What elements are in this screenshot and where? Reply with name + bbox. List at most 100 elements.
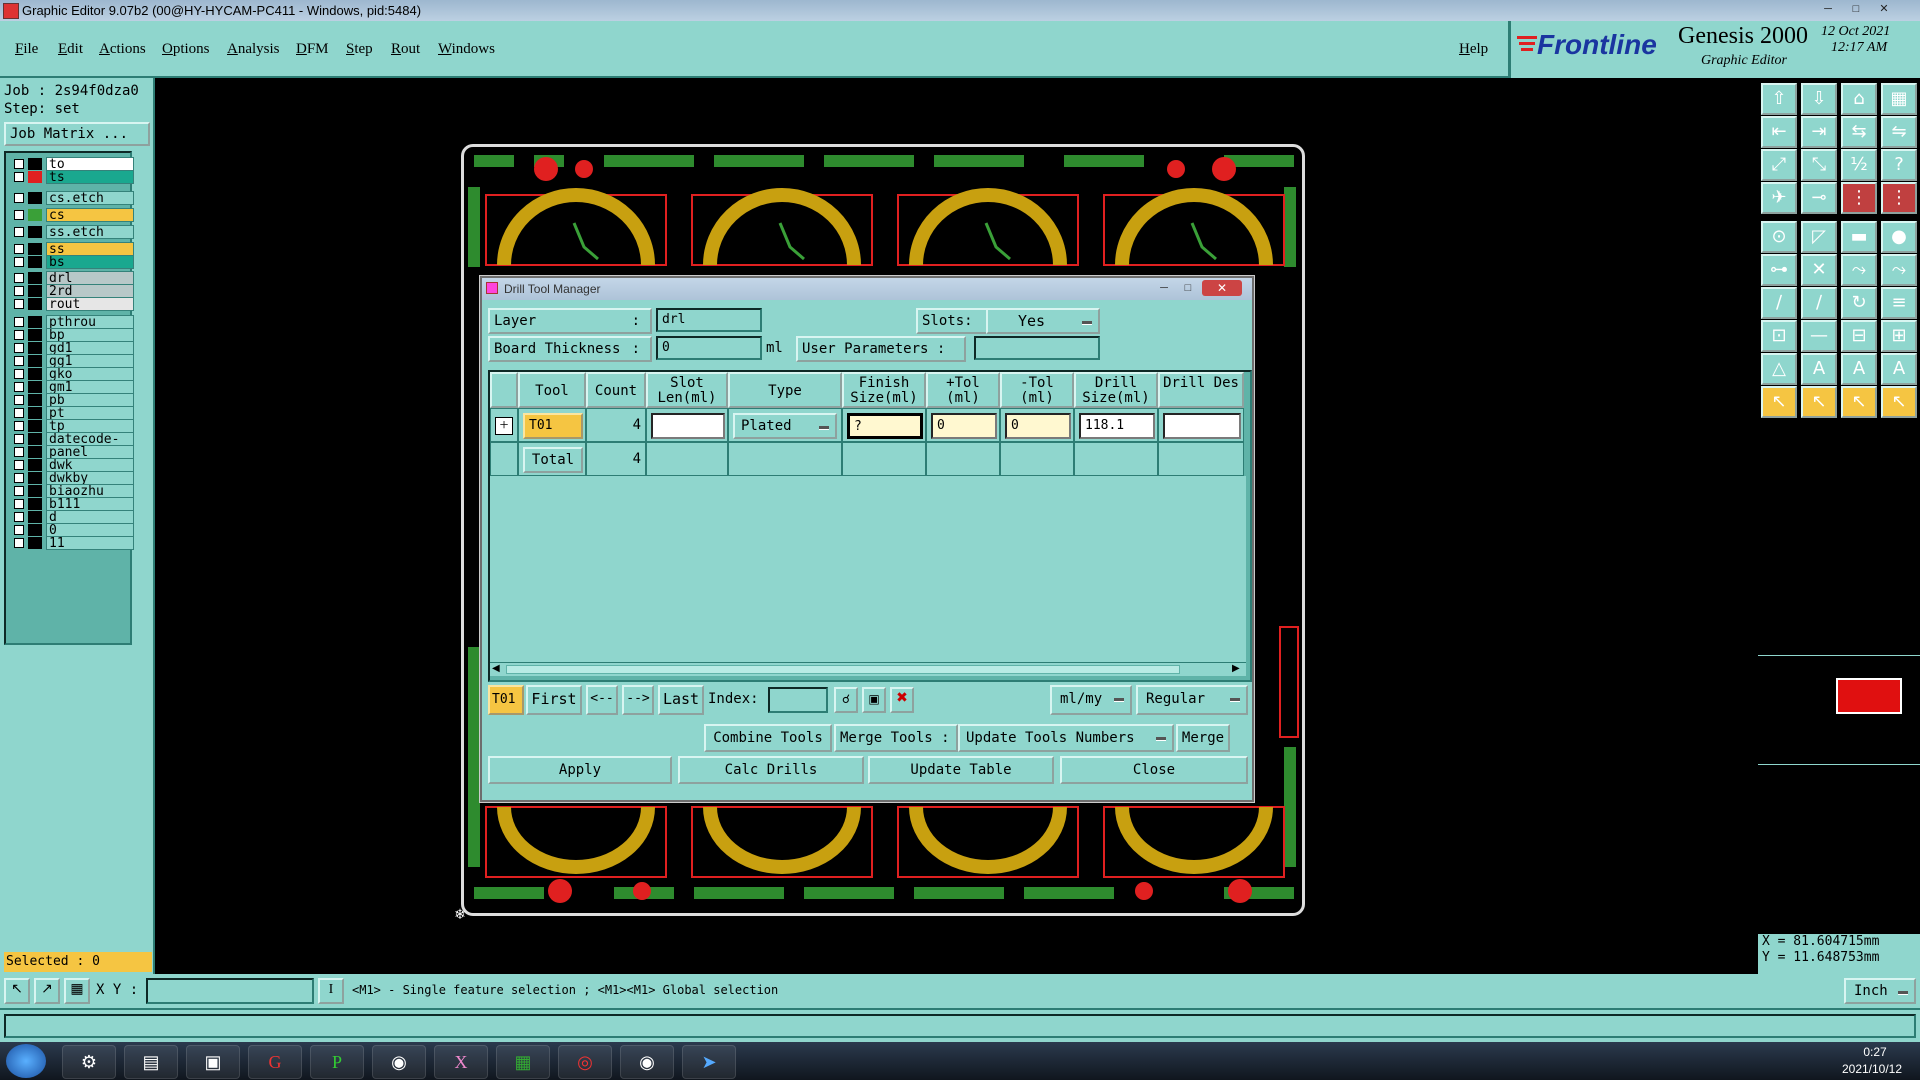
connect-icon[interactable]: ⊶: [1761, 254, 1797, 286]
box-icon[interactable]: ⊟: [1841, 320, 1877, 352]
save-tool-icon[interactable]: ▣: [862, 687, 886, 713]
drill-size-input[interactable]: 118.1: [1079, 413, 1155, 439]
measure-icon[interactable]: ↗: [34, 978, 60, 1004]
grid-icon[interactable]: ⊞: [1881, 320, 1917, 352]
menu-options[interactable]: Options: [162, 41, 210, 58]
grid-icon[interactable]: ▦: [64, 978, 90, 1004]
combine-tools-button[interactable]: Combine Tools: [704, 724, 832, 752]
tool-id[interactable]: T01: [523, 413, 583, 439]
layer-name[interactable]: panel: [46, 445, 134, 460]
split-icon[interactable]: ⋮: [1841, 182, 1877, 214]
row-expand-icon[interactable]: +: [495, 417, 513, 435]
step-down-icon[interactable]: ⇩: [1801, 83, 1837, 115]
layer-row-dwkby[interactable]: dwkby: [12, 471, 134, 486]
layer-row-to[interactable]: to: [12, 157, 134, 172]
drill-des-input[interactable]: [1163, 413, 1241, 439]
apply-button[interactable]: Apply: [488, 756, 672, 784]
delete-tool-icon[interactable]: ✖: [890, 687, 914, 713]
search-tool-icon[interactable]: ☌: [834, 687, 858, 713]
layer-name[interactable]: drl: [46, 271, 134, 286]
layer-name[interactable]: pb: [46, 393, 134, 408]
taskbar-shell-icon[interactable]: ⚙: [62, 1045, 116, 1079]
dialog-close-icon[interactable]: ✕: [1202, 280, 1242, 296]
layer-row-pthrou[interactable]: pthrou: [12, 315, 134, 330]
layer-name[interactable]: ts: [46, 170, 134, 185]
layer-checkbox[interactable]: [14, 330, 24, 340]
next-button[interactable]: -->: [622, 685, 654, 715]
layer-checkbox[interactable]: [14, 193, 24, 203]
layer-name[interactable]: tp: [46, 419, 134, 434]
layer-name[interactable]: cs: [46, 208, 134, 223]
layer-row-0[interactable]: 0: [12, 523, 134, 538]
layer-name[interactable]: pt: [46, 406, 134, 421]
scroll-left-icon[interactable]: ◀: [492, 664, 502, 674]
layer-name[interactable]: dwk: [46, 458, 134, 473]
menu-windows[interactable]: Windows: [438, 41, 495, 58]
layer-checkbox[interactable]: [14, 382, 24, 392]
menu-file[interactable]: File: [15, 41, 38, 58]
home-icon[interactable]: ⌂: [1841, 83, 1877, 115]
type-dropdown[interactable]: Plated: [733, 413, 837, 439]
xy-input[interactable]: [146, 978, 314, 1004]
split2-icon[interactable]: ⋮: [1881, 182, 1917, 214]
calc-drills-button[interactable]: Calc Drills: [678, 756, 864, 784]
layer-name[interactable]: datecode-to: [46, 432, 134, 461]
layer-row-bs[interactable]: bs: [12, 255, 134, 270]
layer-row-ss.etch[interactable]: ss.etch: [12, 225, 134, 240]
layer-name[interactable]: gg1: [46, 354, 134, 369]
layer-row-pb[interactable]: pb: [12, 393, 134, 408]
layer-row-ts[interactable]: ts: [12, 170, 134, 185]
layer-name[interactable]: ss.etch: [46, 225, 134, 240]
layer-checkbox[interactable]: [14, 317, 24, 327]
layer-checkbox[interactable]: [14, 408, 24, 418]
layer-checkbox[interactable]: [14, 273, 24, 283]
layer-row-cs.etch[interactable]: cs.etch: [12, 191, 134, 206]
layer-name[interactable]: gm1: [46, 380, 134, 395]
layer-name[interactable]: bp: [46, 328, 134, 343]
layer-checkbox[interactable]: [14, 460, 24, 470]
dot-icon[interactable]: ●: [1881, 221, 1917, 253]
minus-tol-input[interactable]: 0: [1005, 413, 1071, 439]
layer-name[interactable]: bs: [46, 255, 134, 270]
layer-row-biaozhu[interactable]: biaozhu: [12, 484, 134, 499]
layer-name[interactable]: to: [46, 157, 134, 172]
layer-name[interactable]: 11: [46, 536, 134, 551]
layer-name[interactable]: pthrou: [46, 315, 134, 330]
layer-checkbox[interactable]: [14, 210, 24, 220]
layer-row-datecode-to[interactable]: datecode-to: [12, 432, 134, 461]
menu-rout[interactable]: Rout: [391, 41, 420, 58]
prev-button[interactable]: <--: [586, 685, 618, 715]
taskbar-save-icon[interactable]: ▣: [186, 1045, 240, 1079]
index-field[interactable]: [768, 687, 828, 713]
layer-row-panel[interactable]: panel: [12, 445, 134, 460]
layer-checkbox[interactable]: [14, 299, 24, 309]
probe-icon[interactable]: ⊸: [1801, 182, 1837, 214]
table-hscrollbar[interactable]: ◀ ▶: [490, 662, 1246, 676]
step-up-icon[interactable]: ⇧: [1761, 83, 1797, 115]
minimap-view-rect[interactable]: [1836, 678, 1902, 714]
dialog-minimize-icon[interactable]: ─: [1154, 280, 1174, 296]
menu-step[interactable]: Step: [346, 41, 373, 58]
zoom-fit-icon[interactable]: ⤢: [1761, 149, 1797, 181]
user-parameters-field[interactable]: [974, 336, 1100, 360]
rotate-icon[interactable]: ↻: [1841, 287, 1877, 319]
text-a-icon[interactable]: A: [1801, 353, 1837, 385]
layer-checkbox[interactable]: [14, 244, 24, 254]
layer-name[interactable]: 2rd: [46, 284, 134, 299]
layout-icon[interactable]: ▦: [1881, 83, 1917, 115]
start-button[interactable]: [6, 1044, 46, 1078]
slots-dropdown[interactable]: Yes: [986, 308, 1100, 334]
layer-checkbox[interactable]: [14, 421, 24, 431]
layer-name[interactable]: gko: [46, 367, 134, 382]
pointer-icon[interactable]: ↖: [1761, 386, 1797, 418]
layer-checkbox[interactable]: [14, 499, 24, 509]
menu-icon[interactable]: ≡: [1881, 287, 1917, 319]
layer-checkbox[interactable]: [14, 538, 24, 548]
swap-icon[interactable]: ⇆: [1841, 116, 1877, 148]
units-select[interactable]: Inch: [1844, 978, 1916, 1004]
last-button[interactable]: Last: [658, 685, 704, 715]
layer-name[interactable]: gd1: [46, 341, 134, 356]
layer-name[interactable]: rout: [46, 297, 134, 312]
prev-icon[interactable]: ⇤: [1761, 116, 1797, 148]
taskbar-telegram-icon[interactable]: ➤: [682, 1045, 736, 1079]
